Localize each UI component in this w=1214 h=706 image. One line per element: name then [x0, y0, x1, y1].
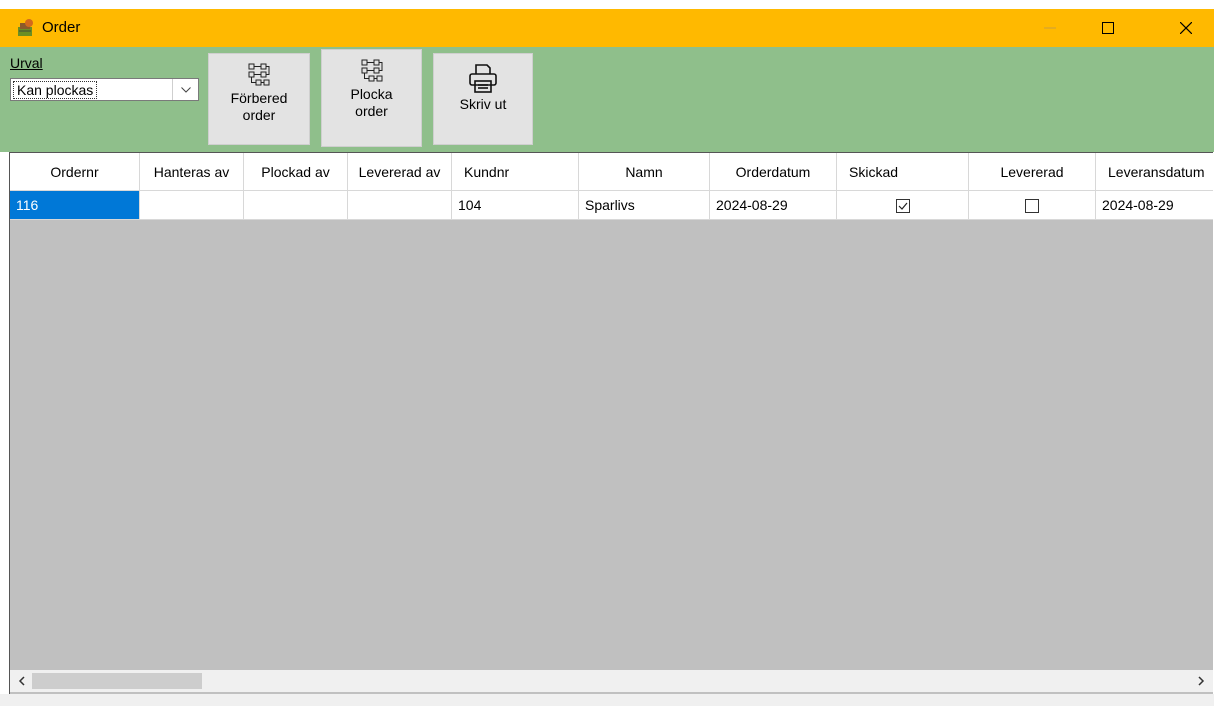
- cell-levererad[interactable]: [969, 191, 1096, 220]
- status-bar: [0, 694, 1214, 706]
- cell-orderdatum[interactable]: 2024-08-29: [710, 191, 837, 220]
- cell-leveransdatum[interactable]: 2024-08-29: [1096, 191, 1213, 220]
- column-header-plockad-av[interactable]: Plockad av: [244, 153, 348, 191]
- skriv-ut-label: Skriv ut: [459, 96, 507, 112]
- column-header-ordernr[interactable]: Ordernr: [10, 153, 140, 191]
- scrollbar-thumb[interactable]: [32, 673, 202, 689]
- skriv-ut-button[interactable]: Skriv ut: [433, 53, 533, 145]
- chevron-left-icon[interactable]: [14, 673, 30, 689]
- toolbar: Urval Kan plockas Förbered order Plocka …: [0, 47, 1214, 152]
- column-header-skickad[interactable]: Skickad: [837, 153, 969, 191]
- cell-plockad-av[interactable]: [244, 191, 348, 220]
- column-header-orderdatum[interactable]: Orderdatum: [710, 153, 837, 191]
- title-bar: Order: [0, 9, 1214, 47]
- cell-levererad-av[interactable]: [348, 191, 452, 220]
- maximize-button[interactable]: [1085, 9, 1131, 47]
- cell-namn[interactable]: Sparlivs: [579, 191, 710, 220]
- forbered-order-button[interactable]: Förbered order: [208, 53, 310, 145]
- cell-skickad[interactable]: [837, 191, 969, 220]
- app-icon: [18, 19, 33, 36]
- column-header-namn[interactable]: Namn: [579, 153, 710, 191]
- column-header-hanteras-av[interactable]: Hanteras av: [140, 153, 244, 191]
- chevron-right-icon[interactable]: [1193, 673, 1209, 689]
- workflow-icon: [361, 59, 382, 82]
- horizontal-scrollbar[interactable]: [10, 670, 1213, 692]
- cell-hanteras-av[interactable]: [140, 191, 244, 220]
- column-header-leveransdatum[interactable]: Leveransdatum: [1096, 153, 1213, 191]
- table-row[interactable]: 116 104 Sparlivs 2024-08-29 2024-08-29: [10, 191, 1213, 220]
- column-header-levererad[interactable]: Levererad: [969, 153, 1096, 191]
- urval-select-value: Kan plockas: [13, 81, 98, 99]
- close-button[interactable]: [1163, 9, 1209, 47]
- cell-kundnr[interactable]: 104: [452, 191, 579, 220]
- column-header-kundnr[interactable]: Kundnr: [452, 153, 579, 191]
- levererad-checkbox[interactable]: [1025, 199, 1039, 214]
- urval-select[interactable]: Kan plockas: [10, 78, 199, 101]
- plocka-label: Plocka order: [350, 86, 393, 119]
- minimize-icon: [1044, 27, 1056, 29]
- cell-ordernr[interactable]: 116: [10, 191, 140, 220]
- minimize-button[interactable]: [1027, 9, 1073, 47]
- dropdown-button[interactable]: [172, 79, 198, 100]
- forbered-label: Förbered order: [230, 90, 288, 123]
- column-header-levererad-av[interactable]: Levererad av: [348, 153, 452, 191]
- check-icon: [898, 202, 907, 211]
- chevron-down-icon: [180, 86, 191, 93]
- table-header: Ordernr Hanteras av Plockad av Levererad…: [10, 153, 1213, 191]
- plocka-order-button[interactable]: Plocka order: [321, 49, 422, 147]
- order-grid[interactable]: Ordernr Hanteras av Plockad av Levererad…: [9, 152, 1213, 694]
- window-title: Order: [42, 19, 81, 36]
- maximize-icon: [1102, 22, 1114, 34]
- workflow-icon: [248, 63, 270, 86]
- skickad-checkbox[interactable]: [895, 199, 910, 214]
- printer-icon: [469, 64, 497, 93]
- close-icon: [1180, 22, 1192, 34]
- urval-label: Urval: [10, 55, 43, 71]
